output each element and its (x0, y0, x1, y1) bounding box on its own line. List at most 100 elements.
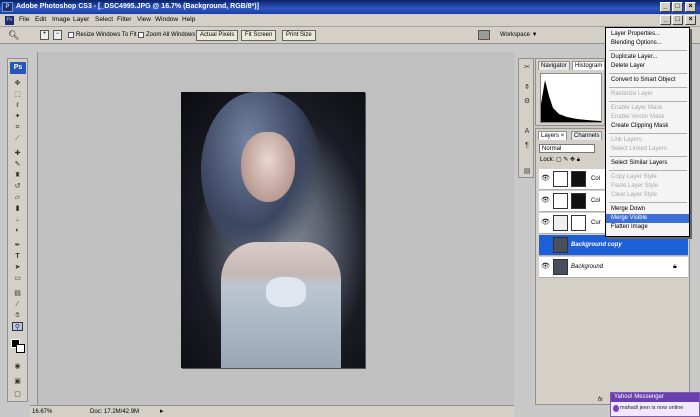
layer-row-selected[interactable]: Background copy (539, 235, 688, 256)
gradient-tool-icon[interactable]: ▮ (12, 204, 23, 213)
clone-source-icon[interactable]: ⚙ (522, 97, 532, 107)
yahoo-message: mahadi jeen is now online (620, 405, 684, 411)
history-brush-tool-icon[interactable]: ↺ (12, 182, 23, 191)
lock-icon: 🔒︎ (673, 263, 677, 270)
zoom-tool-icon[interactable]: 🔍︎ (8, 30, 19, 41)
maximize-button[interactable]: □ (672, 2, 683, 12)
yahoo-notification[interactable]: Yahoo! Messenger mahadi jeen is now onli… (610, 392, 700, 417)
menu-view[interactable]: View (137, 16, 151, 23)
shape-tool-icon[interactable]: ▭ (12, 274, 23, 283)
status-bar: 16.67% Doc: 17.2M/42.9M ▸ (30, 405, 514, 417)
menu-layer[interactable]: Layer (73, 16, 89, 23)
magic-wand-tool-icon[interactable]: ✦ (12, 112, 23, 121)
fit-screen-button[interactable]: Fit Screen (241, 30, 277, 41)
context-menu-item[interactable]: Flatten Image (606, 223, 689, 232)
quick-mask-icon[interactable]: ◉ (12, 362, 23, 371)
print-size-button[interactable]: Print Size (282, 30, 316, 41)
layer-name: Col (591, 176, 601, 182)
doc-minimize-button[interactable]: _ (660, 15, 671, 25)
context-menu-item[interactable]: Blending Options... (606, 39, 689, 48)
doc-close-button[interactable]: × (685, 15, 696, 25)
eye-icon[interactable]: 👁︎ (541, 219, 550, 227)
menu-separator (609, 50, 687, 51)
eye-icon[interactable]: 👁︎ (541, 197, 550, 205)
adjustment-thumb (553, 171, 568, 187)
tab-navigator[interactable]: Navigator (538, 61, 570, 70)
eye-icon[interactable]: 👁︎ (541, 175, 550, 183)
menu-edit[interactable]: Edit (35, 16, 46, 23)
zoom-tool-icon[interactable]: ⚲ (12, 322, 23, 331)
context-menu-item[interactable]: Create Clipping Mask (606, 122, 689, 131)
context-menu-item[interactable]: Layer Properties... (606, 30, 689, 39)
photo-image[interactable] (181, 92, 365, 368)
type-tool-icon[interactable]: T (12, 252, 23, 261)
character-icon[interactable]: A (522, 127, 532, 137)
notes-tool-icon[interactable]: ▤ (12, 289, 23, 298)
menu-help[interactable]: Help (182, 16, 195, 23)
layer-row[interactable]: 👁︎ Background 🔒︎ (539, 257, 688, 278)
dodge-tool-icon[interactable]: ◐ (12, 226, 23, 235)
menu-file[interactable]: File (19, 16, 29, 23)
menu-separator (609, 202, 687, 203)
context-menu-item[interactable]: Delete Layer (606, 62, 689, 71)
mask-thumb (571, 215, 586, 231)
tab-channels[interactable]: Channels (571, 131, 603, 140)
ps-logo[interactable]: Ps (10, 62, 26, 74)
eye-icon[interactable]: 👁︎ (541, 263, 550, 271)
actual-pixels-button[interactable]: Actual Pixels (196, 30, 239, 41)
paragraph-icon[interactable]: ¶ (522, 141, 532, 151)
menu-select[interactable]: Select (95, 16, 113, 23)
clone-stamp-tool-icon[interactable]: ♜ (12, 171, 23, 180)
jump-to-imageready-icon[interactable]: ▢ (12, 390, 23, 399)
eraser-tool-icon[interactable]: ▱ (12, 193, 23, 202)
crop-tool-icon[interactable]: ⌗ (12, 123, 23, 132)
zoom-out-icon[interactable]: − (53, 30, 62, 40)
blend-mode-select[interactable]: Normal (539, 144, 595, 153)
background-color-swatch[interactable] (16, 344, 25, 353)
move-tool-icon[interactable]: ✥ (12, 79, 23, 88)
document-icon[interactable]: Ps (5, 16, 14, 25)
photo-face-region (241, 132, 295, 202)
menu-window[interactable]: Window (155, 16, 178, 23)
path-selection-tool-icon[interactable]: ➤ (12, 263, 23, 272)
layer-comps-icon[interactable]: ▤ (522, 167, 532, 177)
palette-well-icon[interactable] (478, 30, 490, 40)
lasso-tool-icon[interactable]: ℓ (12, 101, 23, 110)
status-menu-arrow-icon[interactable]: ▸ (160, 406, 164, 417)
layer-thumb (553, 237, 568, 253)
navigator-panel: Navigator Histogram (535, 58, 606, 126)
tool-presets-icon[interactable]: ✂ (522, 63, 532, 73)
doc-restore-button[interactable]: □ (672, 15, 683, 25)
resize-windows-checkbox[interactable] (68, 32, 74, 38)
context-menu-item[interactable]: Duplicate Layer... (606, 53, 689, 62)
minimize-button[interactable]: _ (660, 2, 671, 12)
pen-tool-icon[interactable]: ✒ (12, 241, 23, 250)
blur-tool-icon[interactable]: 💧︎ (12, 215, 23, 224)
zoom-in-icon[interactable]: + (40, 30, 49, 40)
brush-tool-icon[interactable]: ✎ (12, 160, 23, 169)
context-menu-item[interactable]: Convert to Smart Object (606, 76, 689, 85)
menu-filter[interactable]: Filter (117, 16, 131, 23)
context-menu-item: Enable Layer Mask (611, 105, 663, 111)
zoom-level[interactable]: 16.67% (32, 406, 52, 417)
zoom-all-checkbox[interactable] (138, 32, 144, 38)
eye-icon[interactable] (541, 241, 549, 249)
context-menu-item[interactable]: Merge Visible (606, 214, 689, 223)
menu-image[interactable]: Image (52, 16, 70, 23)
context-menu-item[interactable]: Select Similar Layers (606, 159, 689, 168)
fx-icon[interactable]: fx (598, 397, 603, 403)
tab-histogram[interactable]: Histogram (572, 61, 606, 70)
marquee-tool-icon[interactable]: ⬚ (12, 90, 23, 99)
workspace-menu[interactable]: Workspace ▼ (500, 32, 538, 38)
healing-brush-tool-icon[interactable]: ✚ (12, 149, 23, 158)
slice-tool-icon[interactable]: ⟋ (12, 134, 23, 143)
brushes-icon[interactable]: ⚱ (522, 83, 532, 93)
lock-icons[interactable]: ▢ ✎ ✥ 🔒︎ (556, 156, 580, 164)
layer-thumb (553, 259, 568, 275)
eyedropper-tool-icon[interactable]: ⁄ (12, 300, 23, 309)
tab-layers[interactable]: Layers × (538, 131, 568, 140)
screen-mode-icon[interactable]: ▣ (12, 377, 23, 386)
close-button[interactable]: × (685, 2, 696, 12)
context-menu-item[interactable]: Merge Down (606, 205, 689, 214)
hand-tool-icon[interactable]: ✋︎ (12, 311, 23, 320)
